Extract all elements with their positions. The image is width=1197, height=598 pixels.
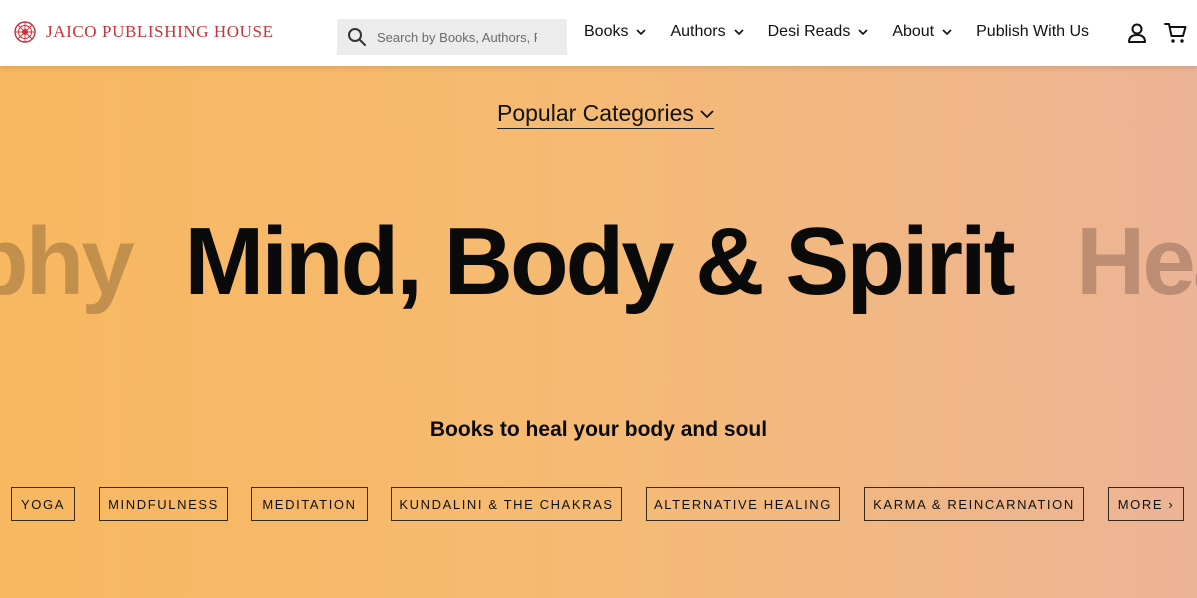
tag-mindfulness[interactable]: MINDFULNESS (99, 487, 228, 521)
nav-about[interactable]: About (892, 23, 952, 41)
popular-categories-label: Popular Categories (497, 100, 694, 126)
search-icon[interactable] (347, 27, 367, 47)
tag-kundalini-chakras[interactable]: KUNDALINI & THE CHAKRAS (391, 487, 622, 521)
nav-about-label: About (892, 23, 935, 40)
nav-publish-label: Publish With Us (976, 23, 1090, 40)
nav-desi-reads-label: Desi Reads (767, 23, 851, 40)
tag-more-button[interactable]: MORE › (1108, 487, 1184, 521)
tag-alternative-healing[interactable]: ALTERNATIVE HEALING (646, 487, 840, 521)
site-header: JAICO PUBLISHING HOUSE Books Authors Des… (0, 0, 1197, 66)
nav-publish-with-us[interactable]: Publish With Us (976, 23, 1089, 41)
chevron-down-icon (700, 109, 714, 118)
tag-karma-reincarnation[interactable]: KARMA & REINCARNATION (864, 487, 1084, 521)
hero-banner: Popular Categories phy Mind, Body & Spir… (0, 66, 1197, 598)
nav-books-label: Books (584, 23, 629, 40)
main-nav: Books Authors Desi Reads About Publish W… (584, 20, 1089, 44)
next-category-slide[interactable]: Hea (1076, 214, 1197, 310)
logo-emblem-icon (14, 21, 36, 43)
search-input[interactable] (377, 29, 537, 45)
current-category-title: Mind, Body & Spirit (184, 208, 1015, 315)
nav-authors[interactable]: Authors (670, 23, 744, 41)
tag-meditation[interactable]: MEDITATION (251, 487, 368, 521)
tag-yoga[interactable]: YOGA (11, 487, 75, 521)
chevron-down-icon (734, 29, 744, 36)
cart-icon[interactable] (1164, 21, 1188, 45)
logo[interactable]: JAICO PUBLISHING HOUSE (14, 20, 274, 44)
nav-books[interactable]: Books (584, 23, 647, 41)
user-icon[interactable] (1126, 22, 1148, 44)
nav-authors-label: Authors (670, 23, 726, 40)
popular-categories-dropdown[interactable]: Popular Categories (497, 99, 714, 129)
search-bar (337, 19, 567, 55)
nav-desi-reads[interactable]: Desi Reads (768, 23, 869, 41)
chevron-down-icon (858, 29, 868, 36)
chevron-down-icon (636, 29, 647, 36)
chevron-down-icon (942, 29, 952, 36)
category-tagline: Books to heal your body and soul (429, 418, 768, 441)
logo-text: JAICO PUBLISHING HOUSE (46, 22, 274, 41)
